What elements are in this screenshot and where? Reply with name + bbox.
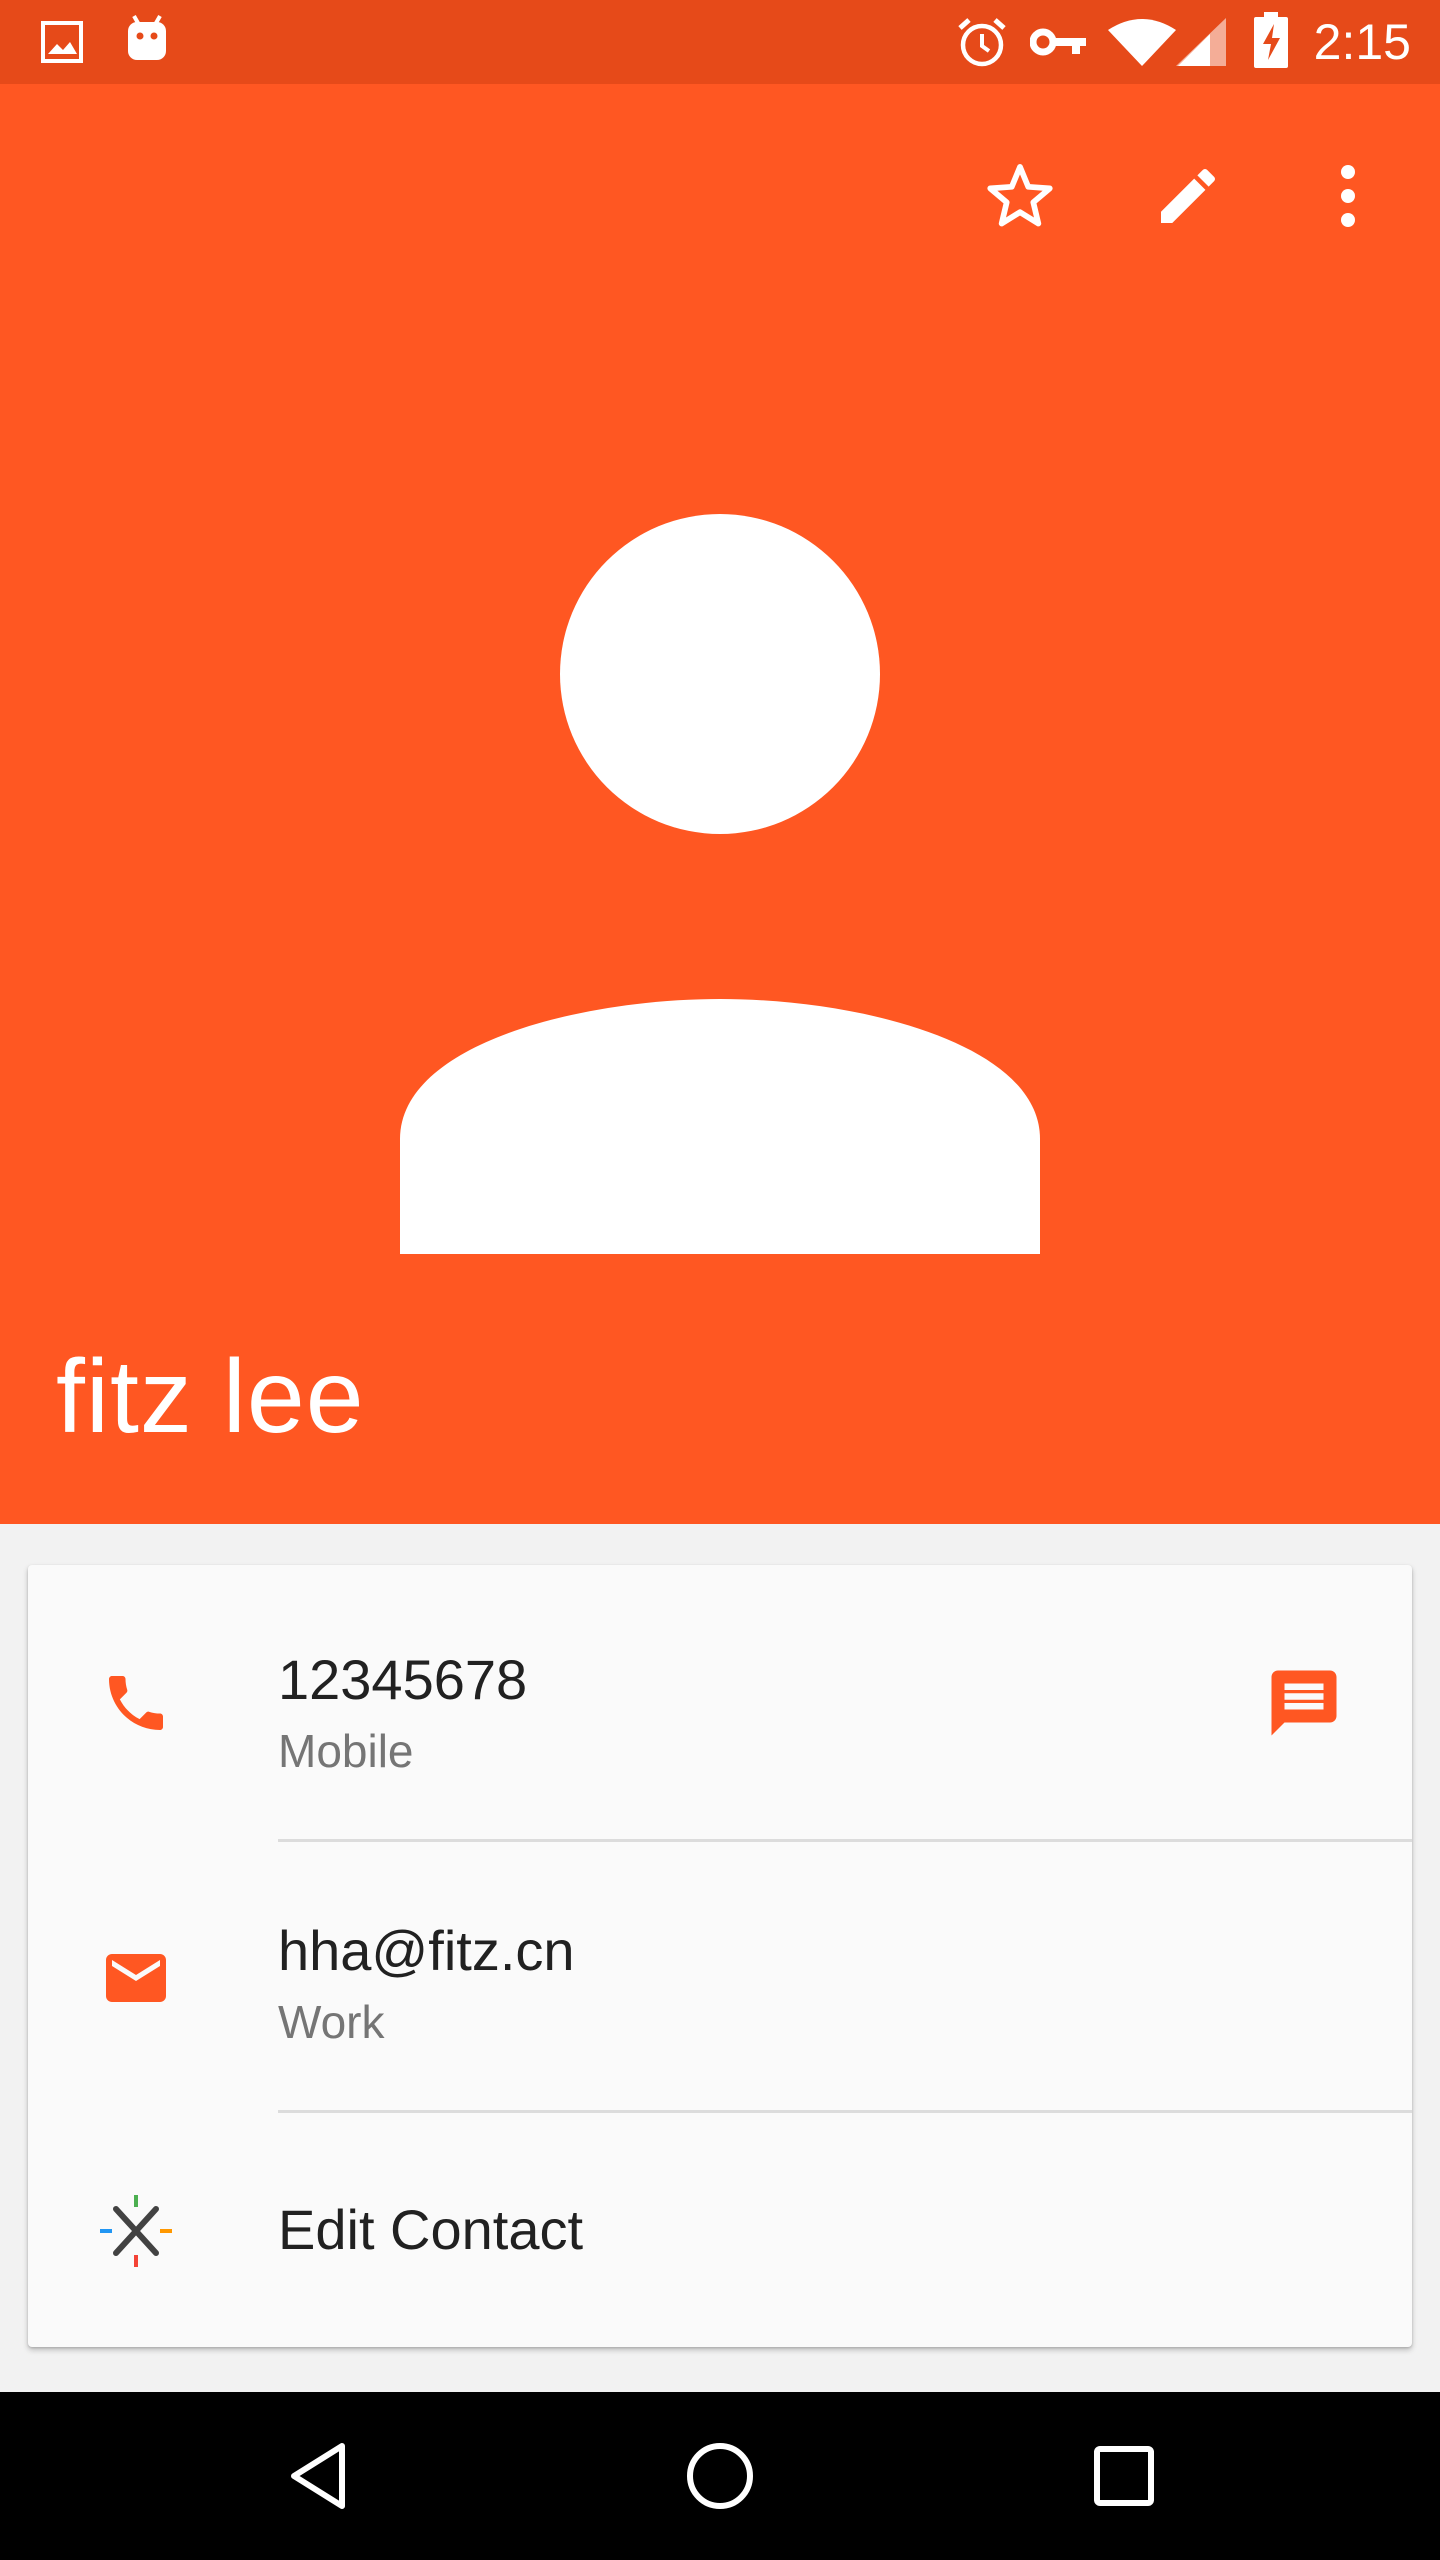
email-type: Work bbox=[278, 1996, 385, 2048]
edit-contact-icon bbox=[100, 2195, 172, 2267]
email-row[interactable]: hha@fitz.cn Work bbox=[28, 1842, 1412, 2112]
email-address: hha@fitz.cn bbox=[278, 1919, 575, 1982]
gallery-icon bbox=[41, 21, 83, 63]
recents-icon bbox=[1094, 2446, 1154, 2506]
edit-icon bbox=[1161, 168, 1216, 223]
status-time: 2:15 bbox=[1313, 14, 1411, 70]
favorite-button[interactable] bbox=[948, 124, 1092, 268]
recents-button[interactable] bbox=[1064, 2416, 1184, 2536]
contact-details-card: 12345678 Mobile hha@fitz.cn Work Edit Co… bbox=[28, 1565, 1412, 2347]
phone-icon bbox=[109, 1676, 163, 1730]
back-icon bbox=[291, 2443, 345, 2509]
email-icon bbox=[106, 1954, 166, 2002]
status-bar: 2:15 bbox=[0, 0, 1440, 84]
navigation-bar bbox=[0, 2392, 1440, 2560]
contact-header: fitz lee bbox=[0, 84, 1440, 1524]
phone-row[interactable]: 12345678 Mobile bbox=[28, 1565, 1412, 1841]
android-icon bbox=[128, 15, 166, 60]
send-message-button[interactable] bbox=[1244, 1643, 1364, 1763]
message-icon bbox=[1271, 1670, 1337, 1736]
edit-contact-row[interactable]: Edit Contact bbox=[28, 2113, 1412, 2347]
contact-photo-placeholder bbox=[400, 514, 1040, 1254]
signal-icon bbox=[1176, 18, 1226, 66]
more-options-button[interactable] bbox=[1276, 124, 1420, 268]
more-vert-icon bbox=[1341, 165, 1355, 227]
phone-number: 12345678 bbox=[278, 1648, 528, 1711]
home-button[interactable] bbox=[660, 2416, 780, 2536]
vpn-key-icon bbox=[1030, 28, 1086, 56]
star-icon bbox=[987, 164, 1053, 227]
contact-name: fitz lee bbox=[56, 1339, 365, 1455]
edit-button[interactable] bbox=[1116, 124, 1260, 268]
battery-charging-icon bbox=[1254, 12, 1288, 68]
phone-type: Mobile bbox=[278, 1725, 414, 1777]
alarm-icon bbox=[958, 18, 1006, 67]
edit-contact-label: Edit Contact bbox=[278, 2198, 584, 2261]
back-button[interactable] bbox=[258, 2416, 378, 2536]
home-icon bbox=[687, 2443, 753, 2509]
wifi-icon bbox=[1108, 19, 1176, 66]
